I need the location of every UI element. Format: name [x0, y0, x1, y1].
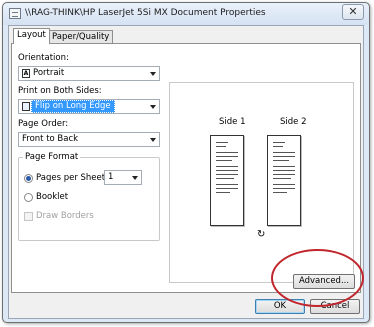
duplex-preview: Side 1 Side 2 ↻: [169, 82, 354, 283]
page-order-dropdown[interactable]: Front to Back: [18, 132, 160, 147]
close-button[interactable]: ✕: [342, 4, 364, 20]
flip-long-edge-icon: [22, 102, 30, 111]
page-order-label: Page Order:: [18, 119, 69, 129]
pages-per-sheet-radio[interactable]: [24, 174, 33, 183]
cancel-button[interactable]: Cancel: [310, 299, 360, 314]
advanced-button[interactable]: Advanced...: [293, 274, 355, 289]
ok-button[interactable]: OK: [255, 299, 305, 314]
booklet-label: Booklet: [36, 192, 69, 202]
chevron-down-icon: [150, 72, 156, 76]
pages-per-sheet-dropdown[interactable]: 1: [104, 170, 142, 185]
page-side-1: [210, 135, 244, 226]
pages-per-sheet-value: 1: [108, 172, 114, 182]
booklet-radio[interactable]: [24, 193, 33, 202]
page-format-group: Page Format Pages per Sheet 1 Booklet Dr…: [18, 152, 160, 241]
chevron-down-icon: [150, 105, 156, 109]
side-1-label: Side 1: [219, 117, 246, 127]
title-bar[interactable]: \\RAG-THINK\HP LaserJet 5Si MX Document …: [3, 3, 369, 25]
duplex-label: Print on Both Sides:: [18, 86, 102, 96]
side-2-label: Side 2: [280, 117, 307, 127]
page-format-legend: Page Format: [23, 152, 81, 162]
orientation-dropdown[interactable]: A Portrait: [18, 66, 160, 81]
layout-tab-panel: Orientation: A Portrait Print on Both Si…: [11, 43, 361, 293]
duplex-value: Flip on Long Edge: [31, 100, 115, 113]
rotate-icon: ↻: [257, 229, 266, 240]
document-properties-window: \\RAG-THINK\HP LaserJet 5Si MX Document …: [2, 2, 370, 323]
chevron-down-icon: [132, 176, 138, 180]
pages-per-sheet-label: Pages per Sheet: [36, 173, 106, 183]
page-side-2: [267, 135, 301, 226]
duplex-dropdown[interactable]: Flip on Long Edge: [18, 99, 160, 114]
window-title: \\RAG-THINK\HP LaserJet 5Si MX Document …: [25, 8, 266, 18]
chevron-down-icon: [150, 138, 156, 142]
orientation-value: Portrait: [33, 68, 65, 78]
tab-paper-quality[interactable]: Paper/Quality: [48, 30, 114, 44]
dialog-client-area: Layout Paper/Quality Orientation: A Port…: [8, 25, 364, 319]
printer-icon: [9, 8, 21, 19]
page-order-value: Front to Back: [22, 134, 79, 144]
draw-borders-label: Draw Borders: [36, 211, 94, 221]
orientation-label: Orientation:: [18, 53, 69, 63]
portrait-icon: A: [22, 69, 30, 78]
draw-borders-checkbox[interactable]: [24, 212, 33, 221]
tab-layout[interactable]: Layout: [13, 28, 50, 44]
